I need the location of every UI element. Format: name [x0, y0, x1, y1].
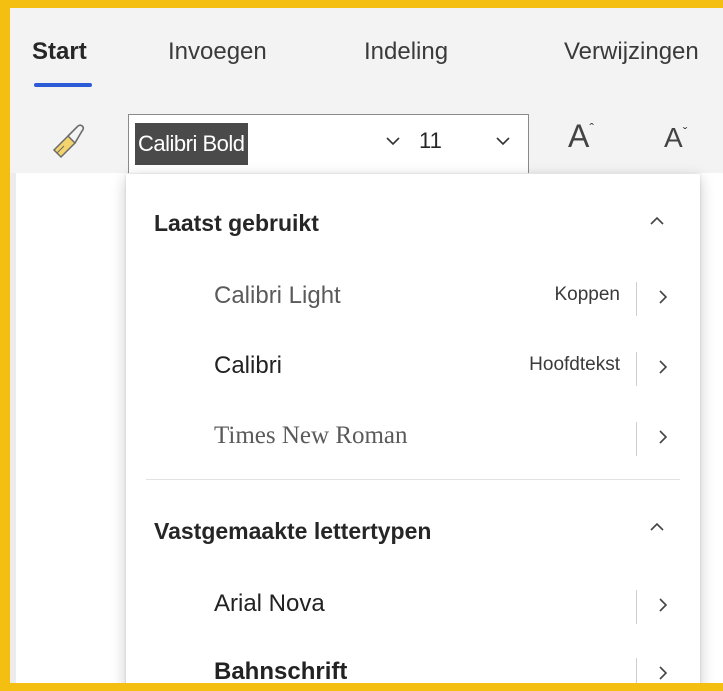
font-item-calibri[interactable]: Calibri Hoofdtekst	[126, 334, 700, 404]
font-item-tag: Hoofdtekst	[529, 354, 620, 375]
font-item-arial-nova[interactable]: Arial Nova	[126, 572, 700, 642]
font-item-calibri-light[interactable]: Calibri Light Koppen	[126, 264, 700, 334]
grow-font-button[interactable]: Aˆ	[568, 118, 594, 155]
chevron-right-icon[interactable]	[654, 664, 672, 682]
font-item-bahnschrift[interactable]: Bahnschrift	[126, 640, 700, 685]
font-name-combobox[interactable]: Calibri Bold	[128, 114, 410, 174]
shrink-font-button[interactable]: Aˇ	[664, 122, 687, 154]
chevron-up-icon[interactable]	[646, 516, 668, 538]
font-item-name: Calibri Light	[214, 282, 341, 309]
font-item-name: Times New Roman	[214, 422, 408, 449]
chevron-right-icon[interactable]	[654, 358, 672, 376]
tab-verwijzingen[interactable]: Verwijzingen	[564, 38, 699, 66]
active-tab-indicator	[34, 83, 92, 87]
caret-up-icon: ˆ	[589, 120, 595, 136]
chevron-right-icon[interactable]	[654, 428, 672, 446]
section-header-pinned: Vastgemaakte lettertypen	[154, 518, 432, 544]
font-dropdown-list: Laatst gebruikt Calibri Light Koppen Cal…	[126, 174, 700, 685]
item-separator	[636, 590, 637, 624]
item-separator	[636, 352, 637, 386]
font-item-tag: Koppen	[554, 284, 620, 305]
font-item-name: Calibri	[214, 352, 283, 379]
section-header-recent: Laatst gebruikt	[154, 210, 319, 236]
chevron-right-icon[interactable]	[654, 596, 672, 614]
tab-indeling[interactable]: Indeling	[364, 38, 448, 66]
font-item-times-new-roman[interactable]: Times New Roman	[126, 404, 700, 474]
item-separator	[636, 422, 637, 456]
chevron-right-icon[interactable]	[654, 288, 672, 306]
caret-down-icon: ˇ	[682, 124, 688, 140]
font-size-combobox[interactable]: 11	[409, 114, 529, 174]
font-name-value[interactable]: Calibri Bold	[135, 123, 248, 165]
shrink-font-label: A	[664, 122, 683, 153]
paintbrush-icon	[52, 124, 85, 159]
item-separator	[636, 282, 637, 316]
font-size-value[interactable]: 11	[419, 128, 442, 154]
format-painter-button[interactable]	[48, 120, 88, 160]
font-item-name: Bahnschrift	[214, 658, 348, 685]
ribbon-tabs: Start Invoegen Indeling Verwijzingen	[10, 8, 723, 98]
grow-font-label: A	[568, 118, 590, 154]
item-separator	[636, 658, 637, 683]
chevron-down-icon[interactable]	[385, 133, 401, 149]
document-margin	[10, 173, 16, 683]
font-item-name: Arial Nova	[214, 590, 325, 617]
chevron-down-icon[interactable]	[495, 133, 511, 149]
screenshot-frame: Start Invoegen Indeling Verwijzingen Cal…	[0, 0, 723, 691]
chevron-up-icon[interactable]	[646, 210, 668, 232]
tab-start[interactable]: Start	[32, 38, 87, 66]
ribbon: Start Invoegen Indeling Verwijzingen Cal…	[10, 8, 723, 174]
section-divider	[146, 479, 680, 480]
tab-invoegen[interactable]: Invoegen	[168, 38, 267, 66]
